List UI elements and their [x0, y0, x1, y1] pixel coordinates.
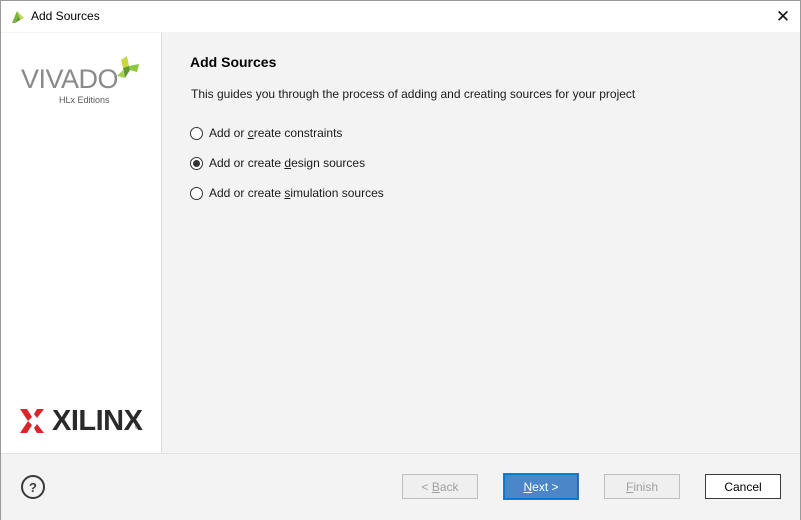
option-constraints[interactable]: Add or create constraints [190, 124, 342, 142]
option-constraints-label: Add or create constraints [209, 126, 342, 140]
option-simulation-sources[interactable]: Add or create simulation sources [190, 184, 384, 202]
radio-design-sources[interactable] [190, 156, 203, 170]
next-suffix: ext > [532, 479, 559, 494]
option-constraints-text-rest: reate constraints [253, 126, 343, 140]
help-button[interactable]: ? [21, 475, 45, 499]
vivado-wordmark: VIVADO [21, 64, 119, 94]
next-mnemonic: N [523, 479, 533, 494]
page-title: Add Sources [190, 54, 277, 70]
radio-constraints[interactable] [190, 126, 203, 140]
finish-suffix: inish [633, 479, 659, 494]
xilinx-logo: XILINX ® [20, 404, 145, 438]
hlx-editions-label: HLx Editions [59, 95, 110, 105]
option-constraints-text: Add or [209, 126, 248, 140]
registered-mark: ® [135, 424, 141, 431]
xilinx-x-icon [20, 409, 44, 433]
vivado-app-icon [12, 11, 24, 23]
page-description: This guides you through the process of a… [191, 87, 636, 101]
xilinx-wordmark: XILINX [52, 405, 143, 437]
add-sources-dialog: Add Sources ✕ VIVADO HLx Editions XILINX [0, 0, 801, 520]
wizard-content: Add Sources This guides you through the … [162, 33, 800, 453]
wizard-sidebar: VIVADO HLx Editions XILINX ® [1, 33, 162, 453]
button-bar: ? < Back Next > Finish Cancel [1, 453, 800, 520]
cancel-button[interactable]: Cancel [705, 474, 781, 499]
back-button[interactable]: < Back [402, 474, 478, 499]
option-simulation-text-rest: imulation sources [290, 186, 384, 200]
option-simulation-text: Add or create [209, 186, 285, 200]
vivado-logo: VIVADO HLx Editions [19, 55, 143, 107]
help-icon: ? [29, 479, 37, 495]
close-icon: ✕ [775, 6, 791, 26]
finish-button-label: Finish [626, 480, 658, 494]
next-button-label: Next > [523, 480, 558, 494]
back-suffix: ack [439, 479, 459, 494]
finish-button[interactable]: Finish [604, 474, 680, 499]
back-prefix: < [421, 479, 432, 494]
next-button[interactable]: Next > [503, 473, 579, 500]
cancel-button-label: Cancel [724, 479, 762, 494]
option-design-sources[interactable]: Add or create design sources [190, 154, 365, 172]
window-title: Add Sources [31, 9, 100, 23]
title-bar: Add Sources ✕ [1, 1, 800, 32]
option-design-text: Add or create [209, 156, 285, 170]
option-simulation-sources-label: Add or create simulation sources [209, 186, 384, 200]
option-design-sources-label: Add or create design sources [209, 156, 365, 170]
option-design-text-rest: esign sources [291, 156, 366, 170]
back-mnemonic: B [431, 479, 440, 494]
back-button-label: < Back [421, 480, 458, 494]
radio-simulation-sources[interactable] [190, 186, 203, 200]
vivado-leaf-icon [117, 56, 139, 78]
close-button[interactable]: ✕ [766, 1, 800, 32]
